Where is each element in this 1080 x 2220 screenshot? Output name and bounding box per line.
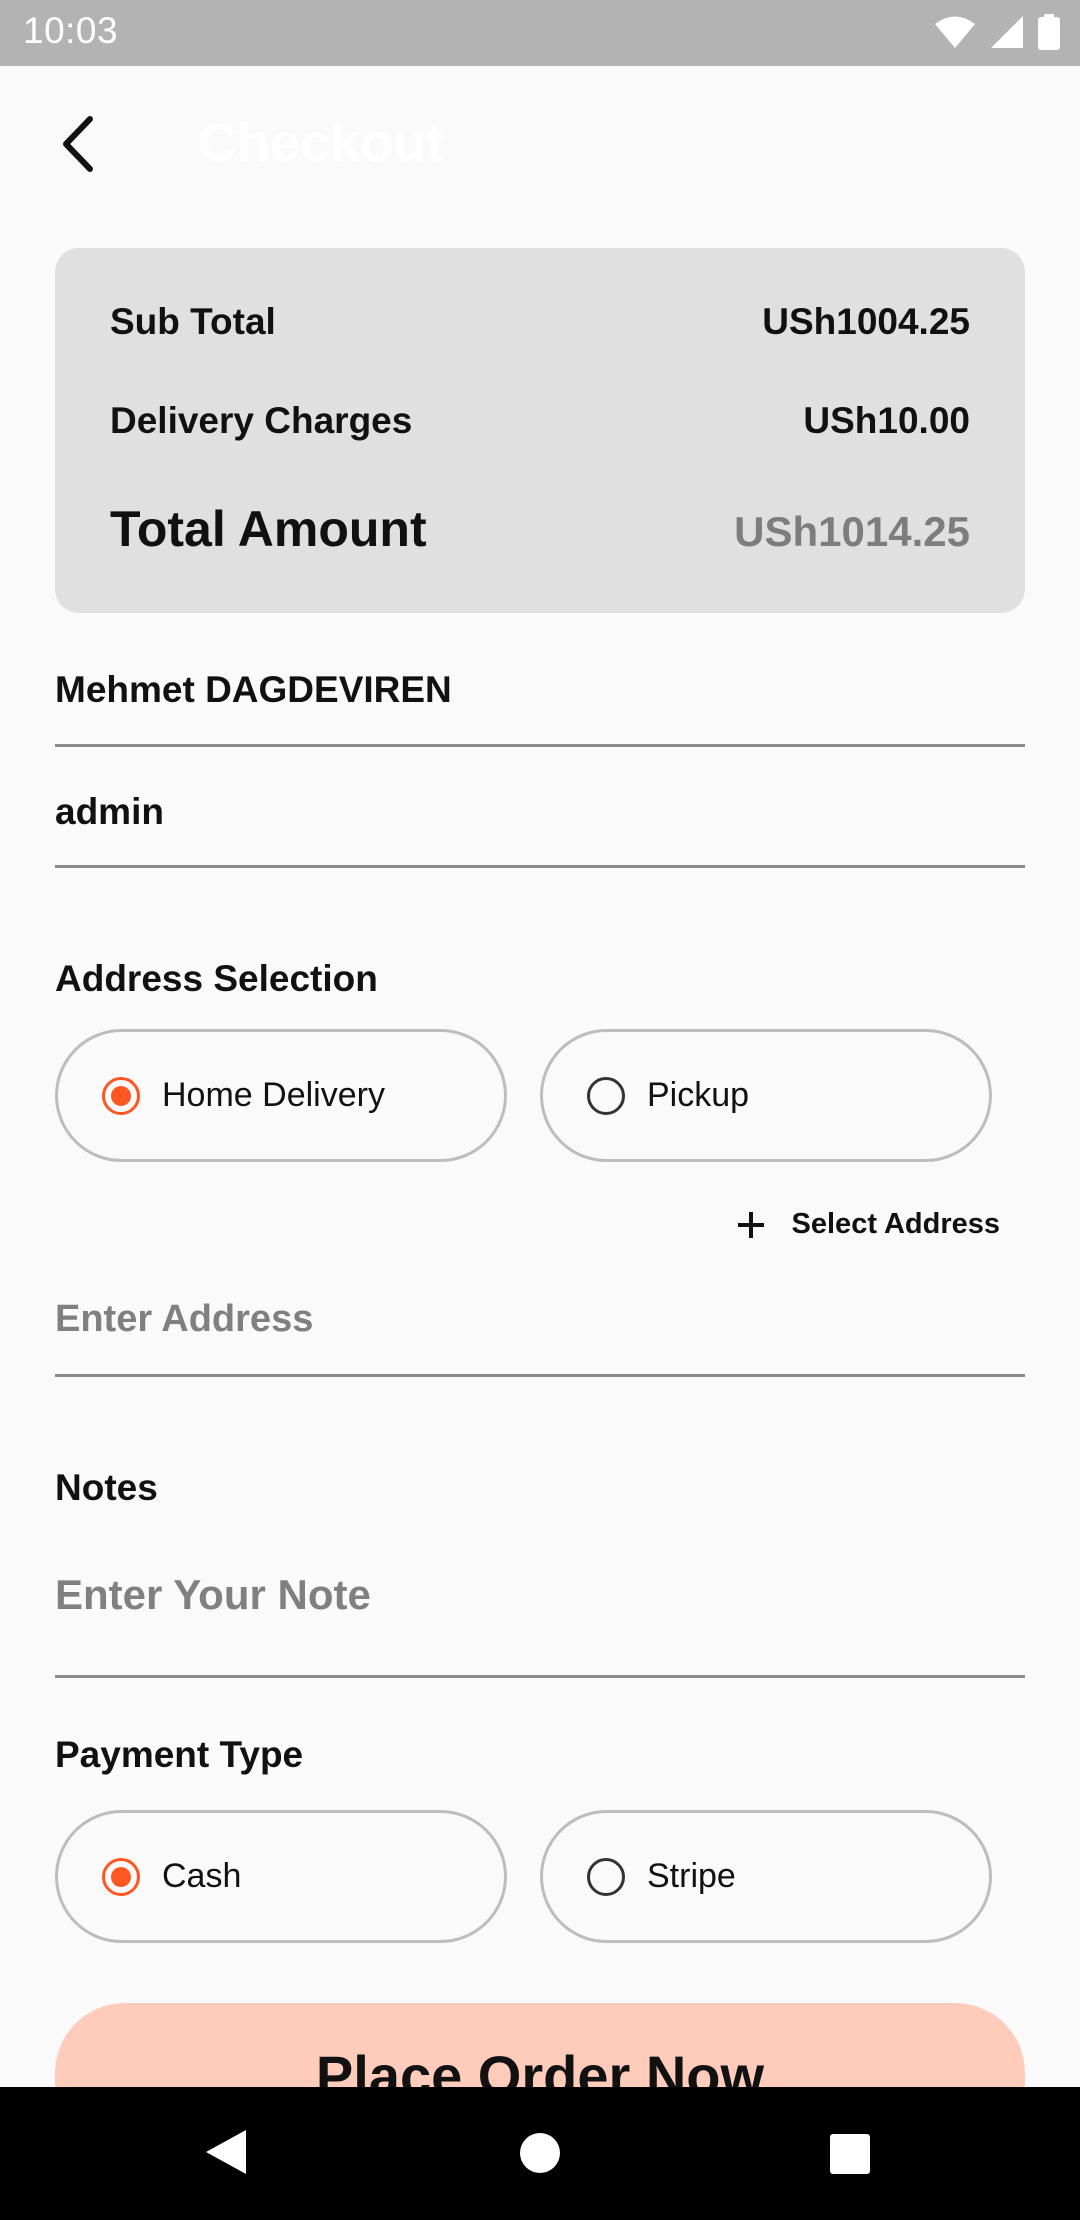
sub-total-value: USh1004.25 — [762, 301, 970, 342]
delivery-charges-label: Delivery Charges — [110, 400, 413, 441]
username-field[interactable]: admin — [55, 791, 164, 833]
plus-icon — [737, 1211, 764, 1238]
name-field[interactable]: Mehmet DAGDEVIREN — [55, 669, 452, 711]
battery-icon — [1038, 14, 1060, 50]
radio-unchecked-icon — [587, 1076, 625, 1115]
delivery-charges-value: USh10.00 — [803, 400, 970, 441]
stripe-label: Stripe — [647, 1857, 736, 1895]
wifi-icon — [935, 16, 975, 48]
radio-checked-icon — [102, 1076, 140, 1115]
username-field-underline — [55, 865, 1025, 868]
stripe-option[interactable]: Stripe — [540, 1810, 992, 1943]
signal-icon — [991, 16, 1023, 48]
cash-option[interactable]: Cash — [55, 1810, 507, 1943]
notes-title: Notes — [55, 1467, 158, 1508]
chevron-left-icon — [63, 116, 93, 172]
pickup-label: Pickup — [647, 1076, 750, 1114]
total-amount-value: USh1014.25 — [734, 508, 970, 555]
sub-total-label: Sub Total — [110, 301, 276, 342]
note-input-underline — [55, 1675, 1025, 1678]
nav-back-icon[interactable] — [204, 2128, 248, 2176]
page-title: Checkout — [198, 113, 445, 173]
address-input-underline — [55, 1374, 1025, 1377]
status-bar: 10:03 — [0, 0, 1080, 66]
address-selection-title: Address Selection — [55, 958, 378, 999]
select-address-label: Select Address — [791, 1208, 1000, 1240]
total-amount-label: Total Amount — [110, 501, 427, 557]
nav-home-icon[interactable] — [519, 2132, 561, 2174]
name-field-underline — [55, 744, 1025, 747]
pickup-option[interactable]: Pickup — [540, 1029, 992, 1162]
radio-checked-icon — [102, 1857, 140, 1896]
radio-unchecked-icon — [587, 1857, 625, 1896]
select-address-button[interactable]: Select Address — [736, 1208, 1000, 1241]
home-delivery-option[interactable]: Home Delivery — [55, 1029, 507, 1162]
back-button[interactable] — [48, 108, 108, 180]
system-nav-bar — [0, 2087, 1080, 2220]
cash-label: Cash — [162, 1857, 242, 1895]
payment-type-title: Payment Type — [55, 1734, 304, 1775]
address-input[interactable]: Enter Address — [55, 1298, 313, 1341]
status-icons — [934, 14, 1060, 50]
order-summary-card: Sub Total USh1004.25 Delivery Charges US… — [55, 248, 1025, 613]
home-delivery-label: Home Delivery — [162, 1076, 385, 1114]
note-input[interactable]: Enter Your Note — [55, 1571, 371, 1619]
nav-recents-icon[interactable] — [829, 2133, 871, 2175]
status-time: 10:03 — [23, 10, 119, 51]
